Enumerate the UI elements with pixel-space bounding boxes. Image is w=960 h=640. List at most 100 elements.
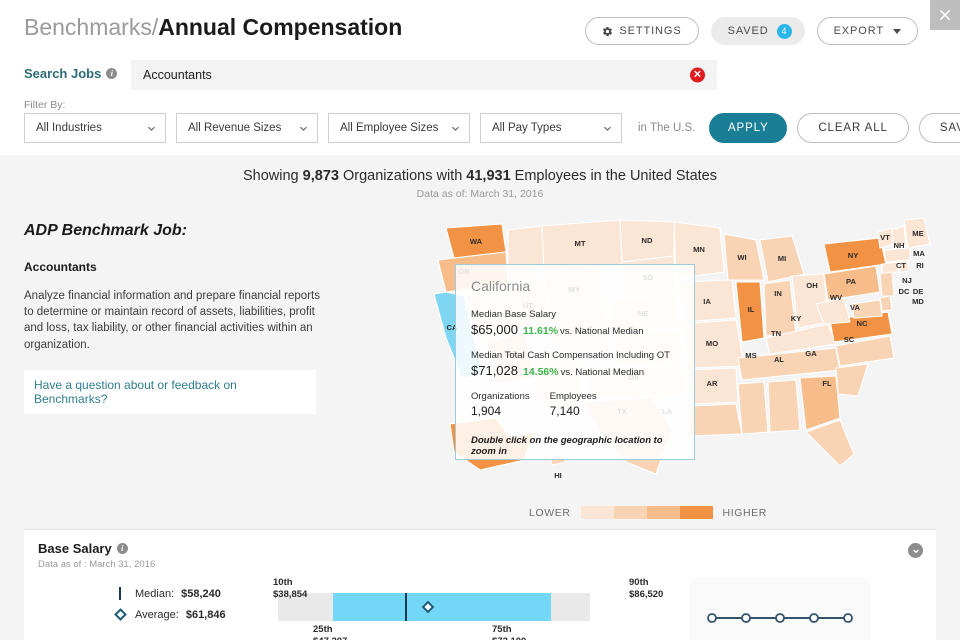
info-icon[interactable]: i [117, 543, 128, 554]
map-label-IA: IA [703, 297, 711, 306]
percentile-label-10th: 10th $38,854 [273, 577, 307, 601]
tooltip-base-salary-vs: vs. National Median [560, 326, 643, 337]
boxplot-median-line [405, 593, 407, 621]
chevron-down-icon [603, 124, 612, 133]
average-stat-label: Average: [135, 609, 179, 621]
map-label-DC: DC [899, 287, 910, 296]
map-label-NJ: NJ [902, 276, 912, 285]
summary-as-of: Data as of: March 31, 2016 [0, 188, 960, 200]
map-label-RI: RI [916, 261, 924, 270]
filter-select-pay-types-value: All Pay Types [492, 122, 561, 134]
header-actions: SETTINGS SAVED 4 EXPORT [585, 17, 918, 45]
map-label-VA: VA [850, 303, 861, 312]
sparkline-point [810, 614, 818, 622]
map-label-GA: GA [805, 349, 817, 358]
info-icon[interactable]: i [106, 68, 117, 79]
breadcrumb-current: Annual Compensation [158, 14, 402, 40]
legend-swatches [581, 506, 713, 519]
settings-button[interactable]: SETTINGS [585, 17, 698, 45]
map-label-MN: MN [693, 245, 705, 254]
map-legend: LOWER HIGHER [529, 506, 767, 519]
close-button[interactable] [930, 0, 960, 30]
summary-suffix: Employees in the United States [511, 168, 717, 184]
clear-all-button[interactable]: CLEAR ALL [797, 113, 908, 143]
map-label-HI: HI [554, 471, 562, 480]
tooltip-organizations: Organizations 1,904 [471, 391, 530, 418]
map-label-AL: AL [774, 355, 784, 364]
median-stat: Median: $58,240 [112, 583, 226, 604]
chevron-down-icon [451, 124, 460, 133]
filter-select-industries-value: All Industries [36, 122, 102, 134]
filter-select-pay-types[interactable]: All Pay Types [480, 113, 622, 143]
chevron-down-icon [147, 124, 156, 133]
save-search-button[interactable]: SAVE SEARCH [919, 113, 960, 143]
map-label-MT: MT [575, 239, 586, 248]
benchmarks-page: Benchmarks/Annual Compensation SETTINGS … [0, 0, 960, 640]
map-label-MO: MO [706, 339, 718, 348]
legend-swatch-4 [680, 506, 713, 519]
scope-text: in The U.S. [638, 122, 695, 134]
tooltip-employees: Employees 7,140 [550, 391, 597, 418]
trend-sparkline[interactable] [690, 578, 870, 640]
average-stat-value: $61,846 [186, 609, 226, 621]
state-MS [738, 382, 768, 434]
sparkline-point [844, 614, 852, 622]
export-label: EXPORT [834, 25, 884, 37]
percentile-label-75th: 75th $72,100 [492, 624, 526, 640]
summary-prefix: Showing [243, 168, 303, 184]
search-input[interactable] [131, 68, 671, 82]
map-tooltip: California Median Base Salary $65,00011.… [455, 264, 695, 460]
percentile-75th-value: $72,100 [492, 636, 526, 640]
apply-button[interactable]: APPLY [709, 113, 787, 143]
percentile-90th-name: 90th [629, 577, 663, 589]
filter-select-revenue-sizes[interactable]: All Revenue Sizes [176, 113, 318, 143]
map-label-CT: CT [896, 261, 906, 270]
map-label-NY: NY [848, 251, 859, 260]
base-salary-as-of: Data as of : March 31, 2016 [38, 559, 155, 570]
page-header: Benchmarks/Annual Compensation SETTINGS … [0, 0, 960, 155]
tooltip-total-cash-label: Median Total Cash Compensation Including… [471, 350, 679, 361]
sparkline-point [776, 614, 784, 622]
tooltip-employees-value: 7,140 [550, 404, 597, 418]
tooltip-organizations-value: 1,904 [471, 404, 530, 418]
chevron-down-icon [893, 29, 901, 34]
gear-icon [602, 26, 613, 37]
map-label-MS: MS [745, 351, 756, 360]
map-label-IN: IN [774, 289, 782, 298]
filter-select-industries[interactable]: All Industries [24, 113, 166, 143]
base-salary-stats: Median: $58,240 Average: $61,846 [112, 583, 226, 625]
tooltip-total-cash-value: $71,028 [471, 363, 518, 378]
percentile-25th-value: $47,207 [313, 636, 347, 640]
sparkline-point [742, 614, 750, 622]
summary-employee-count: 41,931 [466, 168, 510, 184]
filter-by-label: Filter By: [24, 99, 65, 111]
search-input-wrapper[interactable]: ✕ [131, 60, 717, 90]
export-button[interactable]: EXPORT [817, 17, 918, 45]
tooltip-organizations-label: Organizations [471, 391, 530, 402]
saved-button[interactable]: SAVED 4 [711, 17, 805, 45]
filter-select-revenue-sizes-value: All Revenue Sizes [188, 122, 281, 134]
state-SC [836, 364, 868, 396]
map-label-FL: FL [822, 379, 832, 388]
state-NJ [880, 272, 894, 296]
benchmark-job-name: Accountants [24, 260, 324, 274]
base-salary-card-title: Base Salary i [38, 541, 128, 556]
feedback-link[interactable]: Have a question about or feedback on Ben… [24, 370, 316, 414]
map-label-WI: WI [737, 253, 746, 262]
average-stat: Average: $61,846 [112, 604, 226, 625]
map-label-ME: ME [912, 229, 923, 238]
filter-select-employee-sizes-value: All Employee Sizes [340, 122, 438, 134]
median-marker-icon [112, 587, 128, 600]
tooltip-base-salary-pct: 11.61% [523, 325, 558, 337]
filter-select-employee-sizes[interactable]: All Employee Sizes [328, 113, 470, 143]
tooltip-employees-label: Employees [550, 391, 597, 402]
collapse-card-button[interactable] [908, 543, 923, 558]
clear-search-button[interactable]: ✕ [690, 68, 705, 83]
map-label-VT: VT [880, 233, 890, 242]
percentile-25th-name: 25th [313, 624, 347, 636]
base-salary-title-text: Base Salary [38, 541, 112, 556]
base-salary-boxplot [278, 593, 590, 621]
summary-org-count: 9,873 [303, 168, 339, 184]
map-label-IL: IL [748, 305, 755, 314]
map-label-WV: WV [830, 293, 843, 302]
